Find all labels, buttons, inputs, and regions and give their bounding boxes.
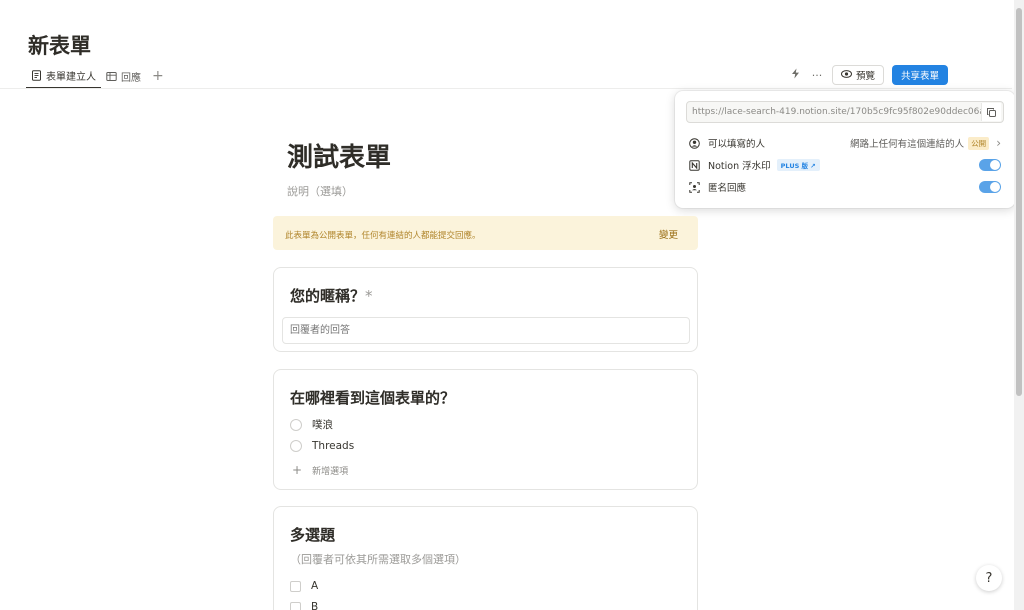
form-icon (31, 69, 42, 81)
add-option-label: 新增選項 (312, 466, 349, 477)
radio-button[interactable] (290, 418, 302, 431)
checkbox-option[interactable]: B (290, 601, 318, 610)
chevron-right-icon: › (996, 136, 1001, 150)
checkbox-option[interactable]: A (290, 580, 318, 592)
anonymous-icon (689, 181, 700, 193)
option-label: Threads (312, 440, 355, 452)
eye-icon (841, 69, 852, 81)
share-form-button[interactable]: 共享表單 (892, 65, 949, 85)
question-title[interactable]: 多選題 (290, 524, 335, 545)
option-label: B (311, 601, 319, 610)
notice-text: 此表單為公開表單，任何有連結的人都能提交回應。 (285, 231, 481, 241)
plus-badge[interactable]: PLUS 版 ↗ (776, 159, 820, 171)
share-url-text: https://lace-search-419.notion.site/170b… (692, 107, 982, 117)
tab-label: 回應 (121, 72, 141, 84)
help-icon: ? (985, 570, 993, 586)
radio-option[interactable]: Threads (290, 440, 354, 452)
tab-label: 表單建立人 (46, 71, 96, 83)
share-url-field[interactable]: https://lace-search-419.notion.site/170b… (686, 101, 1004, 123)
tab-form-builder[interactable]: 表單建立人 (26, 63, 101, 89)
watermark-label: Notion 浮水印 (708, 161, 771, 172)
form-description[interactable]: 說明（選填） (287, 183, 353, 199)
public-badge: 公開 (968, 136, 990, 150)
add-view-button[interactable]: + (152, 68, 164, 84)
question-title[interactable]: 在哪裡看到這個表單的？ (290, 387, 455, 408)
watermark-toggle[interactable] (979, 159, 1001, 171)
share-popover: https://lace-search-419.notion.site/170b… (675, 91, 1015, 208)
question-subtitle: （回覆者可依其所需選取多個選項） (290, 553, 466, 566)
lightning-icon[interactable] (788, 68, 802, 82)
help-button[interactable]: ? (976, 565, 1002, 591)
checkbox[interactable] (290, 601, 301, 610)
option-label: A (311, 580, 319, 592)
view-tabs: 表單建立人 回應 + (26, 62, 164, 90)
answer-input[interactable] (282, 317, 690, 344)
add-option-button[interactable]: + 新增選項 (292, 463, 348, 477)
required-mark: * (365, 287, 373, 305)
radio-option[interactable]: 噗浪 (290, 417, 333, 432)
page-scrollbar[interactable] (1014, 0, 1024, 610)
question-card-multiselect: 多選題 （回覆者可依其所需選取多個選項） A B (273, 506, 698, 610)
notion-logo-icon (689, 159, 700, 171)
change-link[interactable]: 變更 (659, 227, 678, 241)
plus-icon: + (292, 463, 303, 477)
radio-button[interactable] (290, 440, 302, 452)
watermark-row: Notion 浮水印 PLUS 版 ↗ (689, 157, 1001, 173)
copy-icon[interactable] (981, 103, 1001, 121)
question-title[interactable]: 您的暱稱？* (290, 285, 373, 306)
tab-responses[interactable]: 回應 (101, 63, 146, 89)
option-label: 噗浪 (312, 419, 333, 431)
page-title: 新表單 (28, 34, 91, 58)
table-icon (106, 71, 117, 82)
checkbox[interactable] (290, 580, 301, 592)
question-card-source: 在哪裡看到這個表單的？ 噗浪 Threads + 新增選項 (273, 369, 698, 490)
more-icon[interactable]: ··· (810, 69, 824, 82)
preview-button[interactable]: 預覽 (832, 65, 885, 85)
header-divider (0, 88, 1012, 89)
who-can-fill-value: 網路上任何有這個連結的人 (850, 139, 965, 150)
form-title[interactable]: 測試表單 (287, 137, 391, 174)
form-toolbar: ··· 預覽 共享表單 (788, 65, 949, 85)
user-circle-icon (689, 137, 700, 149)
anonymous-toggle[interactable] (979, 181, 1001, 193)
scroll-thumb[interactable] (1016, 8, 1022, 396)
anonymous-label: 匿名回應 (708, 183, 747, 194)
question-card-nickname: 您的暱稱？* (273, 267, 698, 352)
anonymous-row: 匿名回應 (689, 179, 1001, 195)
who-can-fill-label: 可以填寫的人 (708, 139, 766, 150)
preview-label: 預覽 (856, 71, 876, 82)
who-can-fill-row[interactable]: 可以填寫的人 網路上任何有這個連結的人 公開 › (689, 135, 1001, 151)
public-form-notice: 此表單為公開表單，任何有連結的人都能提交回應。 變更 (273, 216, 698, 250)
